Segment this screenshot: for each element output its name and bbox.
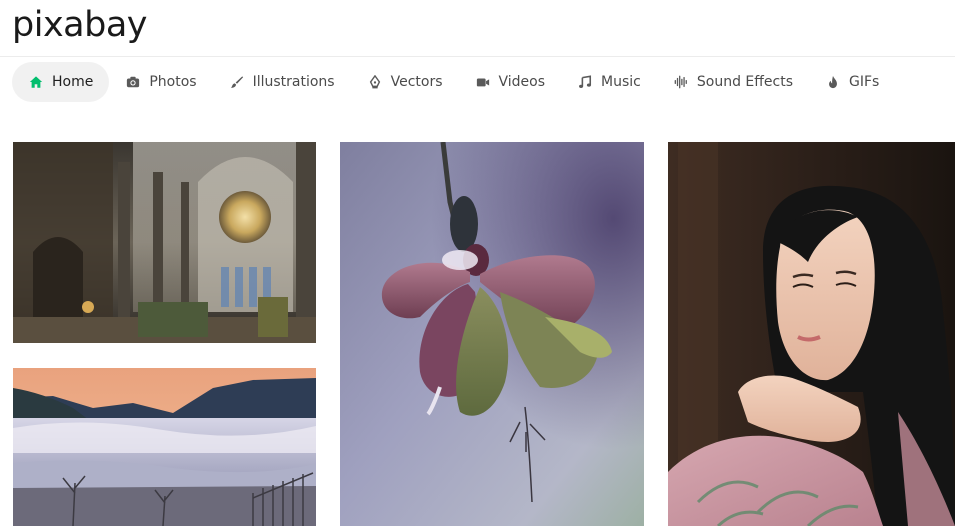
nav-item-label: Illustrations xyxy=(252,74,335,90)
nav-item-illustrations[interactable]: Illustrations xyxy=(213,62,351,102)
video-icon xyxy=(475,74,491,90)
nav-item-home[interactable]: Home xyxy=(12,62,110,102)
nav-item-music[interactable]: Music xyxy=(561,62,657,102)
nav-item-label: GIFs xyxy=(849,74,880,90)
nav-item-label: Music xyxy=(601,74,641,90)
gallery-image-cathedral[interactable] xyxy=(13,142,316,343)
home-icon xyxy=(28,74,44,90)
music-note-icon xyxy=(577,74,593,90)
nav-item-label: Sound Effects xyxy=(696,74,793,90)
flame-icon xyxy=(825,74,841,90)
pen-nib-icon xyxy=(367,74,383,90)
site-header: pixabay xyxy=(0,0,955,57)
brush-icon xyxy=(229,74,245,90)
nav-item-photos[interactable]: Photos xyxy=(109,62,212,102)
nav-item-vectors[interactable]: Vectors xyxy=(351,62,459,102)
nav-item-videos[interactable]: Videos xyxy=(459,62,562,102)
gallery-image-portrait[interactable] xyxy=(668,142,955,526)
nav-item-label: Photos xyxy=(149,74,197,90)
waveform-icon xyxy=(673,74,689,90)
gallery-image-foggy-valley[interactable] xyxy=(13,368,316,526)
camera-icon xyxy=(125,74,141,90)
nav-item-label: Videos xyxy=(498,74,546,90)
nav-item-label: Vectors xyxy=(390,74,443,90)
nav-item-sound-effects[interactable]: Sound Effects xyxy=(657,62,809,102)
nav-item-label: Home xyxy=(52,74,94,90)
category-nav: Home Photos Illustrations Vectors Videos… xyxy=(12,62,895,102)
nav-item-gifs[interactable]: GIFs xyxy=(809,62,895,102)
gallery-image-flower[interactable] xyxy=(340,142,644,526)
pixabay-logo[interactable]: pixabay xyxy=(12,2,147,48)
